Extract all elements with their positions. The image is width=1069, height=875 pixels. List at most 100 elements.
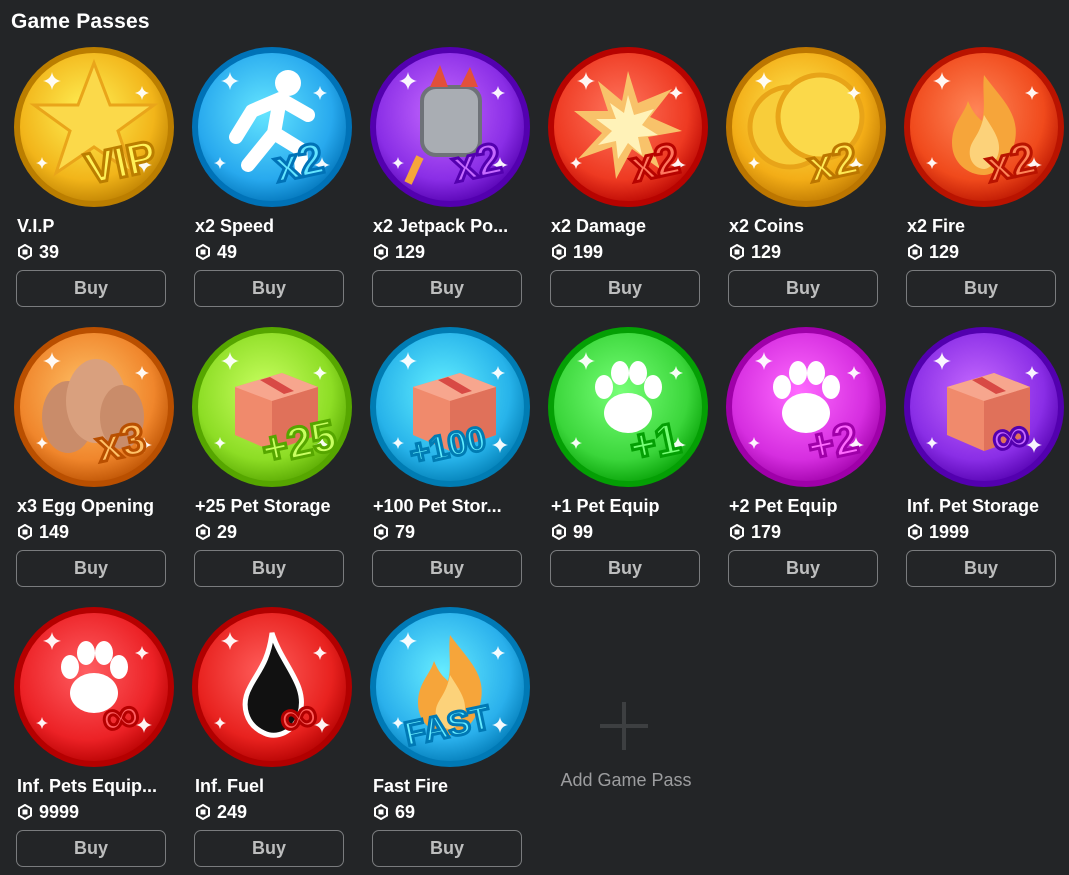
add-game-pass-label: Add Game Pass: [560, 770, 692, 790]
game-pass-card: +1 +1 Pet Equip 99 Buy: [546, 325, 710, 595]
game-pass-name: Fast Fire: [373, 776, 449, 796]
buy-button[interactable]: Buy: [16, 550, 166, 587]
game-pass-price: 79: [373, 521, 415, 543]
game-pass-name: Inf. Fuel: [195, 776, 264, 796]
buy-button[interactable]: Buy: [372, 550, 522, 587]
game-pass-price: 129: [907, 241, 959, 263]
paw-plus1-icon[interactable]: +1: [546, 325, 710, 489]
price-value: 9999: [39, 801, 80, 822]
svg-text:x2: x2: [804, 134, 862, 192]
robux-icon: [551, 523, 567, 541]
robux-icon: [729, 523, 745, 541]
game-pass-price: 29: [195, 521, 237, 543]
fuel-drop-infinity-icon[interactable]: ∞: [190, 605, 354, 769]
game-pass-name: Inf. Pet Storage: [907, 496, 1040, 516]
coins-x2-icon[interactable]: x2: [724, 45, 888, 209]
price-value: 29: [217, 521, 238, 542]
game-pass-card: x2 x2 Damage 199 Buy: [546, 45, 710, 315]
game-pass-card: ∞ Inf. Fuel 249 Buy: [190, 605, 354, 875]
buy-button[interactable]: Buy: [728, 270, 878, 307]
game-pass-card: VIP V.I.P 39 Buy: [12, 45, 176, 315]
price-value: 69: [395, 801, 416, 822]
game-pass-card: ∞ Inf. Pets Equip... 9999 Buy: [12, 605, 176, 875]
buy-button[interactable]: Buy: [906, 270, 1056, 307]
robux-icon: [373, 243, 389, 261]
price-value: 149: [39, 521, 70, 542]
robux-icon: [195, 243, 211, 261]
price-value: 249: [217, 801, 248, 822]
plus-icon: [600, 702, 648, 750]
game-pass-price: 149: [17, 521, 69, 543]
robux-icon: [195, 803, 211, 821]
game-pass-name: x2 Fire: [907, 216, 966, 236]
game-pass-name: x3 Egg Opening: [17, 496, 155, 516]
box-plus100-icon[interactable]: +100: [368, 325, 532, 489]
svg-text:+2: +2: [803, 414, 862, 472]
buy-button[interactable]: Buy: [194, 550, 344, 587]
buy-button[interactable]: Buy: [194, 270, 344, 307]
game-pass-price: 179: [729, 521, 781, 543]
svg-text:x2: x2: [626, 134, 684, 192]
box-plus25-icon[interactable]: +25: [190, 325, 354, 489]
game-pass-card: FAST Fast Fire 69 Buy: [368, 605, 532, 875]
vip-star-badge-icon[interactable]: VIP: [12, 45, 176, 209]
game-pass-price: 69: [373, 801, 415, 823]
game-pass-price: 99: [551, 521, 593, 543]
buy-button[interactable]: Buy: [16, 270, 166, 307]
buy-button[interactable]: Buy: [906, 550, 1056, 587]
jetpack-x2-icon[interactable]: x2: [368, 45, 532, 209]
game-pass-price: 49: [195, 241, 237, 263]
game-pass-price: 129: [729, 241, 781, 263]
price-value: 179: [751, 521, 782, 542]
buy-button[interactable]: Buy: [728, 550, 878, 587]
fire-x2-icon[interactable]: x2: [902, 45, 1066, 209]
robux-icon: [907, 243, 923, 261]
price-value: 39: [39, 241, 60, 262]
robux-icon: [907, 523, 923, 541]
price-value: 49: [217, 241, 238, 262]
robux-icon: [17, 803, 33, 821]
add-game-pass-button[interactable]: Add Game Pass: [542, 690, 706, 810]
robux-icon: [17, 523, 33, 541]
game-pass-grid: VIP V.I.P 39 Buy x2 x2 Speed 49 Buy x2 x…: [0, 0, 1069, 871]
eggs-x3-icon[interactable]: x3: [12, 325, 176, 489]
price-value: 129: [751, 241, 782, 262]
paws-infinity-icon[interactable]: ∞: [12, 605, 176, 769]
robux-icon: [551, 243, 567, 261]
game-pass-card: x2 x2 Fire 129 Buy: [902, 45, 1066, 315]
game-pass-name: +2 Pet Equip: [729, 496, 838, 516]
game-pass-name: x2 Damage: [551, 216, 647, 236]
buy-button[interactable]: Buy: [550, 550, 700, 587]
running-figure-x2-icon[interactable]: x2: [190, 45, 354, 209]
game-pass-card: ∞ Inf. Pet Storage 1999 Buy: [902, 325, 1066, 595]
robux-icon: [373, 803, 389, 821]
game-pass-price: 129: [373, 241, 425, 263]
buy-button[interactable]: Buy: [550, 270, 700, 307]
price-value: 129: [929, 241, 960, 262]
robux-icon: [195, 523, 211, 541]
paws-plus2-icon[interactable]: +2: [724, 325, 888, 489]
svg-text:x2: x2: [448, 134, 506, 192]
explosion-x2-icon[interactable]: x2: [546, 45, 710, 209]
buy-button[interactable]: Buy: [194, 830, 344, 867]
game-pass-name: Inf. Pets Equip...: [17, 776, 158, 796]
robux-icon: [373, 523, 389, 541]
price-value: 99: [573, 521, 594, 542]
box-infinity-icon[interactable]: ∞: [902, 325, 1066, 489]
game-pass-name: x2 Coins: [729, 216, 805, 236]
game-pass-name: x2 Speed: [195, 216, 275, 236]
game-pass-card: +2 +2 Pet Equip 179 Buy: [724, 325, 888, 595]
price-value: 199: [573, 241, 604, 262]
price-value: 79: [395, 521, 416, 542]
game-pass-card: +100 +100 Pet Stor... 79 Buy: [368, 325, 532, 595]
game-pass-name: +25 Pet Storage: [195, 496, 331, 516]
buy-button[interactable]: Buy: [372, 830, 522, 867]
fast-fire-icon[interactable]: FAST: [368, 605, 532, 769]
svg-text:x3: x3: [92, 414, 150, 472]
svg-text:x2: x2: [270, 134, 328, 192]
buy-button[interactable]: Buy: [372, 270, 522, 307]
svg-text:+1: +1: [625, 414, 684, 472]
buy-button[interactable]: Buy: [16, 830, 166, 867]
svg-text:x2: x2: [982, 134, 1040, 192]
game-pass-name: +1 Pet Equip: [551, 496, 660, 516]
